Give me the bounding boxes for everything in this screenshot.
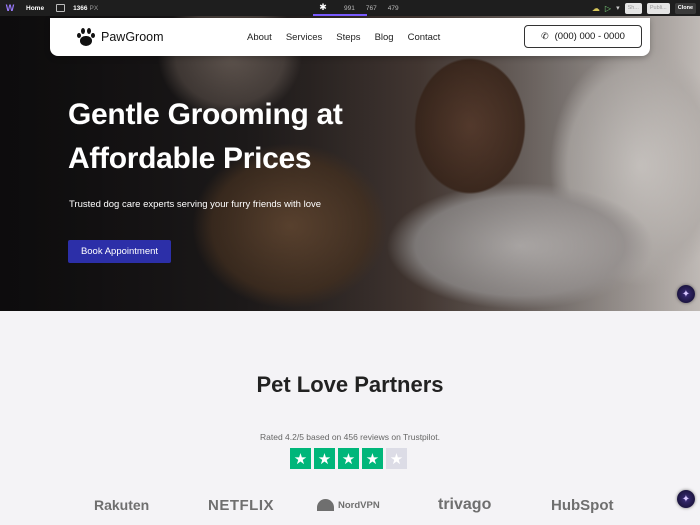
- breakpoint-767[interactable]: 767: [366, 5, 377, 12]
- breakpoint-991[interactable]: 991: [344, 5, 355, 12]
- star-empty-icon: ★: [386, 448, 407, 469]
- publish-button[interactable]: Publi...: [646, 2, 670, 14]
- nav-link-blog[interactable]: Blog: [375, 32, 394, 43]
- rakuten-logo: Rakuten: [94, 497, 150, 513]
- trustpilot-stars: ★ ★ ★ ★ ★: [290, 448, 407, 469]
- clone-button[interactable]: Clone: [674, 2, 696, 14]
- phone-button[interactable]: ✆ (000) 000 - 0000: [524, 25, 642, 48]
- share-button[interactable]: Sh...: [624, 2, 642, 14]
- brand-logo[interactable]: PawGroom: [76, 28, 164, 46]
- brand-name: PawGroom: [101, 30, 164, 44]
- sparkle-assistant-icon[interactable]: ✦: [677, 490, 695, 508]
- nav-link-services[interactable]: Services: [286, 32, 322, 43]
- star-icon: ★: [314, 448, 335, 469]
- navbar: PawGroom About Services Steps Blog Conta…: [50, 18, 650, 56]
- hubspot-logo: HubSpot: [551, 496, 614, 514]
- play-icon[interactable]: ▷: [605, 4, 611, 13]
- webflow-logo-icon[interactable]: W: [4, 2, 16, 14]
- nordvpn-logo: NordVPN: [317, 490, 380, 520]
- breakpoint-479[interactable]: 479: [388, 5, 399, 12]
- chevron-down-icon[interactable]: ▾: [616, 4, 620, 12]
- phone-number: (000) 000 - 0000: [554, 31, 625, 42]
- star-icon: ★: [290, 448, 311, 469]
- star-icon: ★: [338, 448, 359, 469]
- nav-link-about[interactable]: About: [247, 32, 272, 43]
- partners-heading: Pet Love Partners: [256, 372, 444, 397]
- trustpilot-rating-text: Rated 4.2/5 based on 456 reviews on Trus…: [259, 432, 441, 442]
- page-selector[interactable]: Home: [26, 5, 44, 12]
- nav-link-contact[interactable]: Contact: [408, 32, 441, 43]
- hero-title: Gentle Grooming at Affordable Prices: [68, 98, 343, 175]
- nordvpn-mountain-icon: [317, 499, 334, 511]
- editor-actions: ☁ ▷ ▾ Sh... Publi... Clone: [592, 0, 696, 16]
- star-icon: ★: [362, 448, 383, 469]
- hero-subtitle: Trusted dog care experts serving your fu…: [69, 199, 322, 210]
- canvas-width[interactable]: 1366 PX: [73, 5, 98, 12]
- webflow-editor-bar: W Home 1366 PX ✱ 991 767 479 ☁ ▷ ▾ Sh... …: [0, 0, 700, 16]
- paw-icon: [76, 28, 96, 46]
- book-appointment-button[interactable]: Book Appointment: [68, 240, 171, 263]
- pages-icon[interactable]: [56, 4, 66, 12]
- nav-menu: About Services Steps Blog Contact: [247, 18, 440, 56]
- sparkle-assistant-icon[interactable]: ✦: [677, 285, 695, 303]
- phone-icon: ✆: [541, 31, 549, 41]
- cloud-icon[interactable]: ☁: [592, 4, 600, 13]
- partner-logos: Rakuten NETFLIX NordVPN trivago HubSpot: [0, 490, 700, 520]
- trivago-logo: trivago: [438, 496, 492, 513]
- netflix-logo: NETFLIX: [208, 496, 274, 514]
- nav-link-steps[interactable]: Steps: [336, 32, 360, 43]
